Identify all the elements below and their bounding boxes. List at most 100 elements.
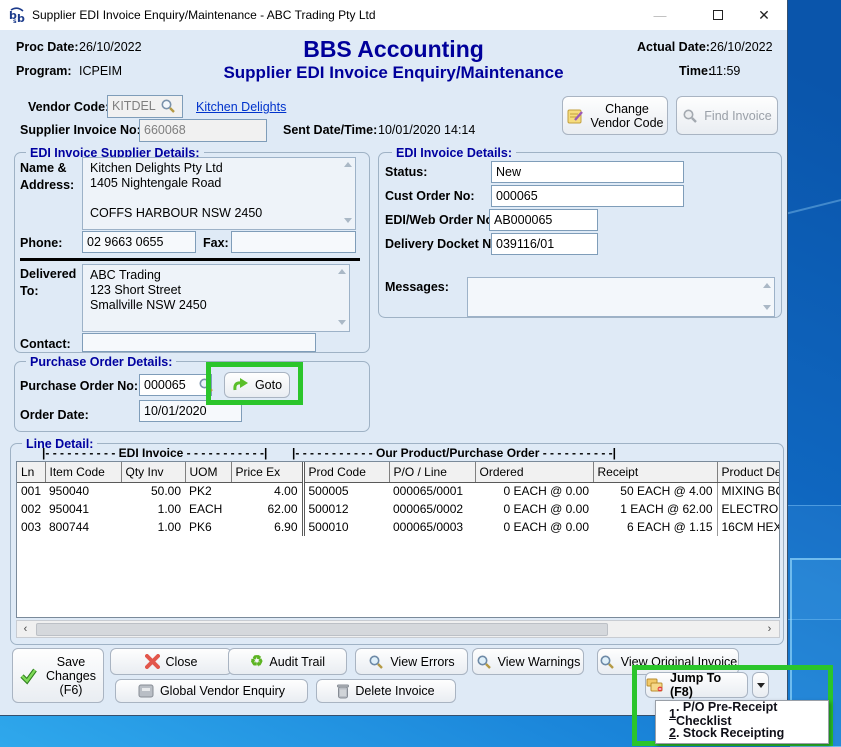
col-item-code[interactable]: Item Code — [45, 462, 121, 482]
col-receipt[interactable]: Receipt — [593, 462, 717, 482]
col-prod-code[interactable]: Prod Code — [303, 462, 389, 482]
order-date-field[interactable]: 10/01/2020 — [139, 400, 242, 422]
supplier-invoice-field[interactable]: 660068 — [139, 119, 267, 142]
order-date-label: Order Date: — [20, 408, 89, 422]
scroll-down-icon[interactable] — [344, 218, 352, 223]
change-vendor-code-button[interactable]: ChangeVendor Code — [562, 96, 668, 135]
vendor-name-link[interactable]: Kitchen Delights — [196, 100, 286, 114]
sent-datetime-label: Sent Date/Time: — [283, 123, 377, 137]
app-logo-icon: b b s — [8, 6, 26, 24]
status-field[interactable]: New — [491, 161, 684, 183]
app-subtitle: Supplier EDI Invoice Enquiry/Maintenance — [0, 63, 787, 83]
close-window-button[interactable]: ✕ — [747, 0, 781, 30]
edi-web-order-field[interactable]: AB000065 — [489, 209, 598, 231]
col-qty-inv[interactable]: Qty Inv — [121, 462, 185, 482]
table-header-row: Ln Item Code Qty Inv UOM Price Ex Prod C… — [17, 462, 779, 482]
note-pencil-icon — [567, 107, 585, 125]
global-vendor-enquiry-button[interactable]: Global Vendor Enquiry — [115, 679, 308, 703]
window-title: Supplier EDI Invoice Enquiry/Maintenance… — [32, 8, 376, 22]
col-uom[interactable]: UOM — [185, 462, 231, 482]
band-our-product: |- - - - - - - - - - - Our Product/Purch… — [292, 446, 616, 460]
col-po-line[interactable]: P/O / Line — [389, 462, 475, 482]
purchase-order-title: Purchase Order Details: — [26, 355, 176, 369]
jump-to-dropdown-button[interactable] — [752, 672, 769, 698]
change-vendor-line2: Vendor Code — [591, 116, 664, 130]
find-invoice-button[interactable]: Find Invoice — [676, 96, 778, 135]
search-icon — [476, 654, 492, 670]
audit-trail-button[interactable]: ♻ Audit Trail — [228, 648, 347, 675]
delete-invoice-button[interactable]: Delete Invoice — [316, 679, 456, 703]
save-changes-button[interactable]: SaveChanges(F6) — [12, 648, 104, 703]
messages-box[interactable] — [467, 277, 775, 317]
name-address-label-1: Name & — [20, 161, 67, 175]
goto-button[interactable]: Goto — [224, 372, 290, 398]
edi-web-order-label: EDI/Web Order No: — [385, 213, 497, 227]
table-row[interactable]: 003800744 1.00PK6 6.90500010 000065/0003… — [17, 518, 779, 536]
search-icon — [368, 654, 384, 670]
vendor-code-label: Vendor Code: — [28, 100, 109, 114]
svg-text:b: b — [17, 12, 25, 24]
horizontal-scrollbar[interactable]: ‹ › — [16, 620, 780, 638]
minimize-button[interactable]: — — [643, 0, 677, 30]
col-ln[interactable]: Ln — [17, 462, 45, 482]
search-icon — [682, 108, 698, 124]
delivered-to-box[interactable]: ABC Trading 123 Short Street Smallville … — [82, 264, 350, 332]
col-ordered[interactable]: Ordered — [475, 462, 593, 482]
view-errors-button[interactable]: View Errors — [355, 648, 468, 675]
view-warnings-button[interactable]: View Warnings — [472, 648, 584, 675]
change-vendor-line1: Change — [605, 102, 649, 116]
supplier-address-box[interactable]: Kitchen Delights Pty Ltd 1405 Nightengal… — [82, 157, 356, 230]
invoice-details-title: EDI Invoice Details: — [392, 146, 516, 160]
maximize-button[interactable] — [701, 0, 735, 30]
actual-date-label: Actual Date: — [637, 40, 710, 54]
jump-to-button[interactable]: Jump To (F8) — [645, 672, 748, 698]
band-edi-invoice: |- - - - - - - - - - EDI Invoice - - - -… — [42, 446, 267, 460]
po-search-icon[interactable] — [198, 377, 214, 393]
scroll-up-icon[interactable] — [338, 269, 346, 274]
table-row[interactable]: 001950040 50.00PK2 4.00500005 000065/000… — [17, 482, 779, 500]
goto-label: Goto — [255, 378, 282, 392]
scroll-up-icon[interactable] — [344, 162, 352, 167]
find-invoice-label: Find Invoice — [704, 109, 771, 123]
line-detail-table[interactable]: Ln Item Code Qty Inv UOM Price Ex Prod C… — [16, 461, 780, 618]
sent-datetime-value: 10/01/2020 14:14 — [378, 123, 475, 137]
menu-item-po-pre-receipt[interactable]: 1. P/O Pre-Receipt Checklist — [656, 704, 828, 723]
scroll-down-icon[interactable] — [338, 320, 346, 325]
delivery-docket-field[interactable]: 039116/01 — [491, 233, 598, 255]
phone-field[interactable]: 02 9663 0655 — [82, 231, 196, 253]
fax-field[interactable] — [231, 231, 356, 253]
delivered-to-label-2: To: — [20, 284, 39, 298]
close-button[interactable]: Close — [110, 648, 232, 675]
check-icon — [20, 667, 40, 685]
cust-order-label: Cust Order No: — [385, 189, 475, 203]
fax-label: Fax: — [203, 236, 229, 250]
col-product-desc[interactable]: Product De — [717, 462, 779, 482]
scrollbar-thumb[interactable] — [36, 623, 608, 636]
section-divider — [20, 258, 360, 261]
vendor-search-icon[interactable] — [160, 98, 176, 114]
scroll-left-icon[interactable]: ‹ — [17, 621, 34, 637]
status-label: Status: — [385, 165, 427, 179]
recycle-icon: ♻ — [250, 654, 263, 669]
contact-label: Contact: — [20, 337, 71, 351]
contact-field[interactable] — [82, 333, 316, 352]
table-row[interactable]: 002950041 1.00EACH 62.00500012 000065/00… — [17, 500, 779, 518]
col-price-ex[interactable]: Price Ex — [231, 462, 303, 482]
scroll-up-icon[interactable] — [763, 283, 771, 288]
time-label: Time: — [679, 64, 712, 78]
scroll-right-icon[interactable]: › — [761, 621, 778, 637]
desktop: b b s Supplier EDI Invoice Enquiry/Maint… — [0, 0, 841, 747]
name-address-label-2: Address: — [20, 178, 74, 192]
title-bar: b b s Supplier EDI Invoice Enquiry/Maint… — [0, 0, 787, 30]
time-value: 11:59 — [710, 64, 740, 78]
folders-icon — [646, 678, 664, 693]
purchase-order-no-label: Purchase Order No: — [20, 379, 138, 393]
messages-label: Messages: — [385, 280, 449, 294]
scroll-down-icon[interactable] — [763, 305, 771, 310]
cust-order-field[interactable]: 000065 — [491, 185, 684, 207]
search-icon — [599, 654, 615, 670]
phone-label: Phone: — [20, 236, 62, 250]
trash-icon — [337, 684, 349, 699]
app-window: b b s Supplier EDI Invoice Enquiry/Maint… — [0, 0, 787, 715]
svg-text:s: s — [13, 18, 17, 24]
